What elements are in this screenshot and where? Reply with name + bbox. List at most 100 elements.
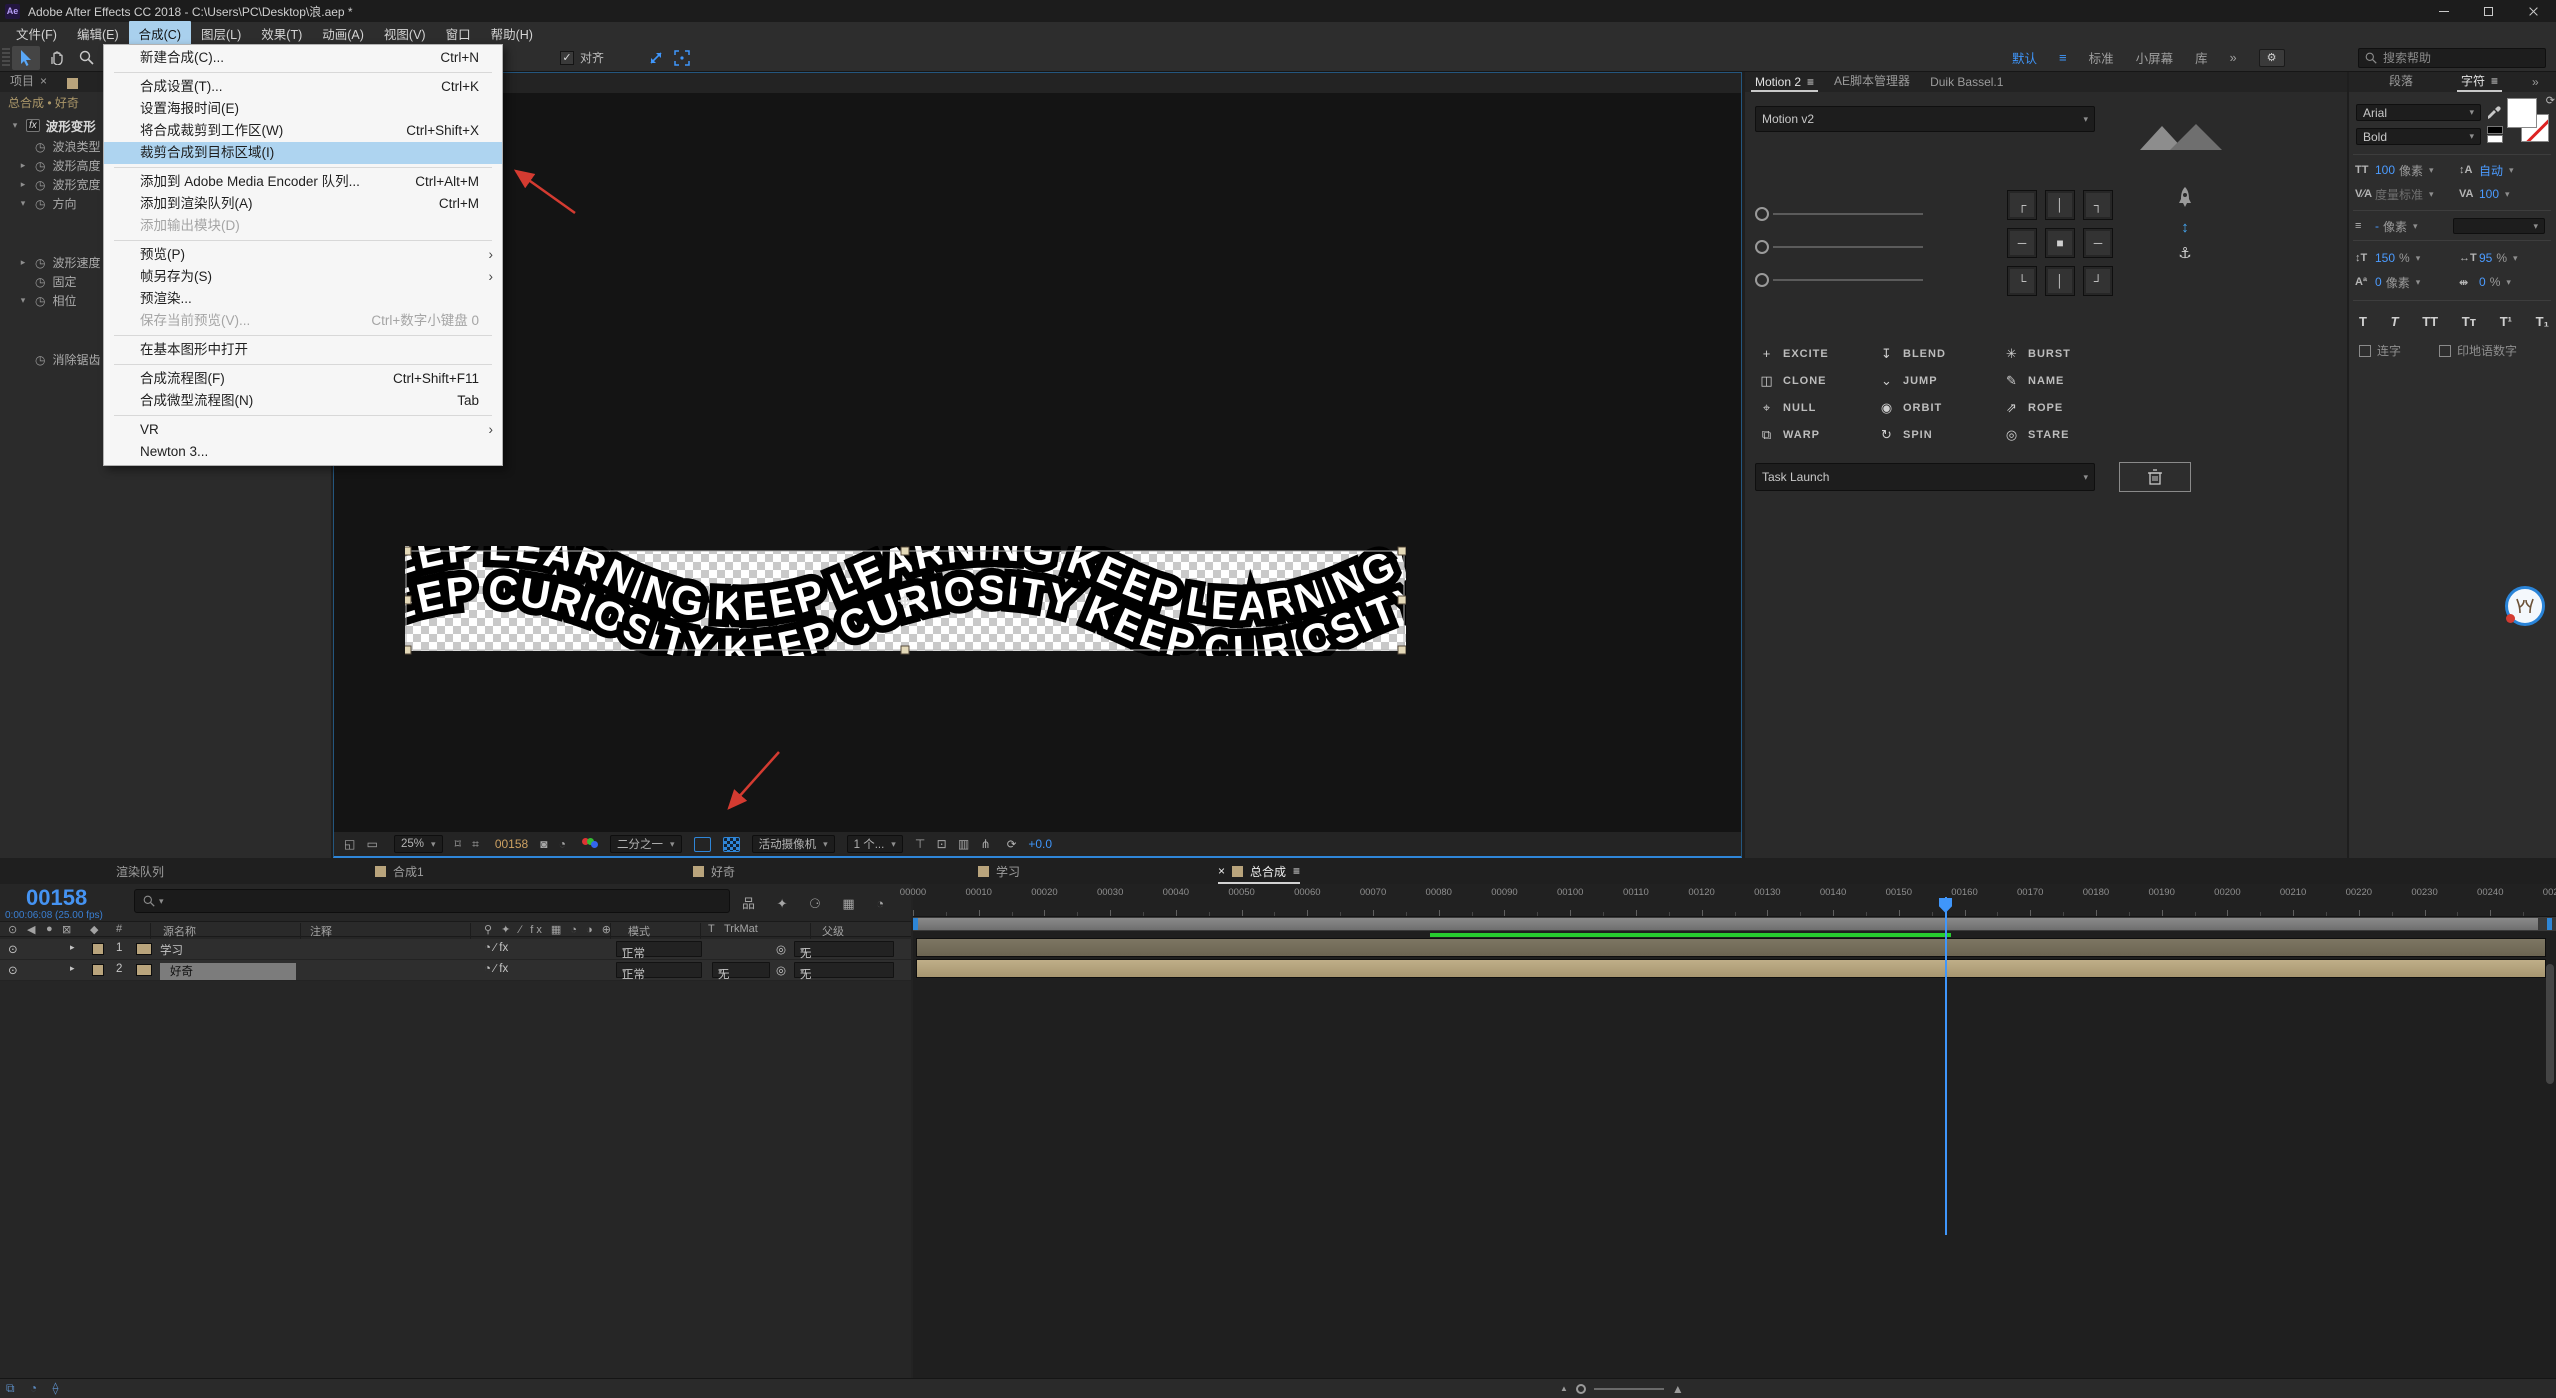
- tracking-value[interactable]: 100: [2479, 187, 2499, 201]
- stopwatch-icon[interactable]: ◷: [35, 159, 45, 173]
- motion-button-clone[interactable]: ◫CLONE: [1759, 367, 1879, 394]
- snap-control[interactable]: ✓ 对齐: [560, 49, 604, 66]
- timeline-tab-总合成[interactable]: ×总合成≡: [1218, 858, 1300, 884]
- zoom-out-mountain-icon[interactable]: ▲: [1560, 1384, 1568, 1393]
- twirl-icon[interactable]: ▸: [70, 942, 75, 953]
- menubar-item[interactable]: 动画(A): [312, 21, 374, 46]
- panel-menu-icon[interactable]: ≡: [1293, 864, 1300, 878]
- current-frame[interactable]: 00158: [26, 885, 87, 911]
- stopwatch-icon[interactable]: ◷: [35, 140, 45, 154]
- task-launch-select[interactable]: Task Launch▾: [1755, 463, 2095, 491]
- snap-checkbox[interactable]: ✓: [560, 51, 574, 65]
- layer-switches[interactable]: ◔ ∕ fx: [484, 963, 508, 975]
- menu-item[interactable]: 在基本图形中打开: [104, 339, 502, 361]
- maximize-button[interactable]: [2466, 0, 2511, 22]
- stopwatch-icon[interactable]: ◷: [35, 353, 45, 367]
- menu-item[interactable]: 帧另存为(S)›: [104, 266, 502, 288]
- preview-quality-icons[interactable]: ⊤ ⊡ ▥ ⋔: [915, 837, 995, 851]
- tsume-value[interactable]: 0: [2479, 275, 2486, 289]
- menubar-item[interactable]: 文件(F): [6, 21, 67, 46]
- viewer-window-icons[interactable]: ◱ ▭: [344, 837, 382, 851]
- trkmat-column[interactable]: TrkMat: [724, 923, 758, 935]
- workspace-overflow-icon[interactable]: »: [2230, 51, 2237, 65]
- menubar-item[interactable]: 编辑(E): [67, 21, 129, 46]
- stopwatch-icon[interactable]: ◷: [35, 275, 45, 289]
- faux-italic-button[interactable]: T: [2391, 314, 2399, 329]
- banner-layer[interactable]: KEEP LEARNING KEEP LEARNING KEEP LEARNIN…: [405, 546, 1406, 656]
- motion-button-orbit[interactable]: ◉ORBIT: [1879, 394, 2004, 421]
- mode-column[interactable]: 模式: [628, 923, 650, 939]
- collapse-icon[interactable]: ▾: [10, 120, 20, 131]
- swap-colors-icon[interactable]: ⟳: [2546, 94, 2555, 107]
- twirl-icon[interactable]: ▸: [18, 160, 28, 171]
- menu-item[interactable]: 裁剪合成到目标区域(I): [104, 142, 502, 164]
- label-color-chip[interactable]: [92, 964, 104, 976]
- font-size-value[interactable]: 100: [2375, 163, 2395, 177]
- stroke-width-value[interactable]: -: [2375, 219, 2379, 233]
- menubar-item[interactable]: 视图(V): [374, 21, 436, 46]
- menu-item[interactable]: 合成流程图(F)Ctrl+Shift+F11: [104, 368, 502, 390]
- menubar-item[interactable]: 帮助(H): [481, 21, 543, 46]
- eye-icon[interactable]: ⊙: [8, 942, 18, 956]
- anchor-grid-button[interactable]: └: [2007, 266, 2037, 296]
- tab-duik-bassel[interactable]: Duik Bassel.1: [1920, 72, 2013, 92]
- timeline-tab-好奇[interactable]: 好奇: [693, 858, 735, 884]
- slider-row[interactable]: [1755, 263, 1923, 296]
- subscript-button[interactable]: T₁: [2536, 314, 2549, 329]
- blend-mode-select[interactable]: 正常▾: [616, 962, 702, 978]
- layer-name[interactable]: 学习: [160, 942, 183, 958]
- stopwatch-icon[interactable]: ◷: [35, 197, 45, 211]
- motion-button-spin[interactable]: ↻SPIN: [1879, 421, 2004, 448]
- menu-item[interactable]: 添加到 Adobe Media Encoder 队列...Ctrl+Alt+M: [104, 171, 502, 193]
- timeline-search[interactable]: ▾: [134, 889, 730, 913]
- stopwatch-icon[interactable]: ◷: [35, 294, 45, 308]
- panel-menu-icon[interactable]: ≡: [2491, 74, 2498, 88]
- ligatures-checkbox[interactable]: 连字: [2359, 342, 2401, 359]
- tab-project[interactable]: 项目×: [0, 69, 57, 92]
- timeline-tab-合成1[interactable]: 合成1: [375, 858, 424, 884]
- tab-ae-script-manager[interactable]: AE脚本管理器: [1824, 69, 1920, 92]
- panel-menu-icon[interactable]: ≡: [1807, 75, 1814, 89]
- menu-item[interactable]: VR›: [104, 419, 502, 441]
- stroke-type-select[interactable]: ▾: [2453, 218, 2545, 234]
- menubar-item[interactable]: 图层(L): [191, 21, 251, 46]
- superscript-button[interactable]: T¹: [2500, 314, 2512, 329]
- time-ruler[interactable]: 0000000010000200003000040000500006000070…: [913, 884, 2556, 917]
- layer-bar-2[interactable]: [916, 959, 2546, 978]
- fill-stroke-color[interactable]: ⟳: [2507, 98, 2553, 148]
- motion-button-warp[interactable]: ⧉WARP: [1759, 421, 1879, 448]
- layer-row[interactable]: ⊙▸2好奇◔ ∕ fx正常▾无▾◎无▾: [0, 960, 911, 981]
- label-color-chip[interactable]: [92, 943, 104, 955]
- anchor-grid-button[interactable]: ─: [2007, 228, 2037, 258]
- font-family-select[interactable]: Arial▾: [2356, 104, 2481, 121]
- reset-exposure-icon[interactable]: ⟳: [1007, 837, 1017, 851]
- motion-button-rope[interactable]: ⇗ROPE: [2004, 394, 2134, 421]
- menu-item[interactable]: Newton 3...: [104, 441, 502, 463]
- parent-column[interactable]: 父级: [822, 923, 844, 939]
- faux-bold-button[interactable]: T: [2359, 314, 2367, 329]
- timeline-vertical-scrollbar[interactable]: [2546, 964, 2554, 1084]
- menu-item[interactable]: 添加到渲染队列(A)Ctrl+M: [104, 193, 502, 215]
- view-layout-select[interactable]: 1 个...▾: [847, 835, 903, 853]
- workspace-library[interactable]: 库: [2195, 48, 2208, 67]
- kerning-value[interactable]: 度量标准: [2375, 186, 2423, 203]
- work-area-bar[interactable]: [913, 917, 2556, 931]
- close-button[interactable]: [2511, 0, 2556, 22]
- anchor-grid-button[interactable]: ┌: [2007, 190, 2037, 220]
- camera-select[interactable]: 活动摄像机▾: [752, 835, 835, 853]
- workspace-standard[interactable]: 标准: [2089, 48, 2114, 67]
- menu-item[interactable]: 将合成裁剪到工作区(W)Ctrl+Shift+X: [104, 120, 502, 142]
- fill-color-swatch[interactable]: [2507, 98, 2537, 128]
- viewer-timecode[interactable]: 00158: [495, 837, 528, 851]
- tab-character[interactable]: 字符≡: [2451, 69, 2508, 92]
- rocket-icon[interactable]: [2177, 187, 2193, 211]
- exposure-value[interactable]: +0.0: [1028, 837, 1052, 851]
- layer-bar-1[interactable]: [916, 938, 2546, 957]
- close-tab-icon[interactable]: ×: [40, 74, 47, 88]
- zoom-in-mountain-icon[interactable]: ▲: [1672, 1382, 1684, 1396]
- layer-switches[interactable]: ◔ ∕ fx: [484, 942, 508, 954]
- layer-row[interactable]: ⊙▸1学习◔ ∕ fx正常▾◎无▾: [0, 939, 911, 960]
- anchor-grid-button[interactable]: ┐: [2083, 190, 2113, 220]
- workspace-default[interactable]: 默认: [2012, 48, 2037, 67]
- timeline-bottom-toggle-icons[interactable]: ⧉ ◔ ⟠: [6, 1381, 64, 1396]
